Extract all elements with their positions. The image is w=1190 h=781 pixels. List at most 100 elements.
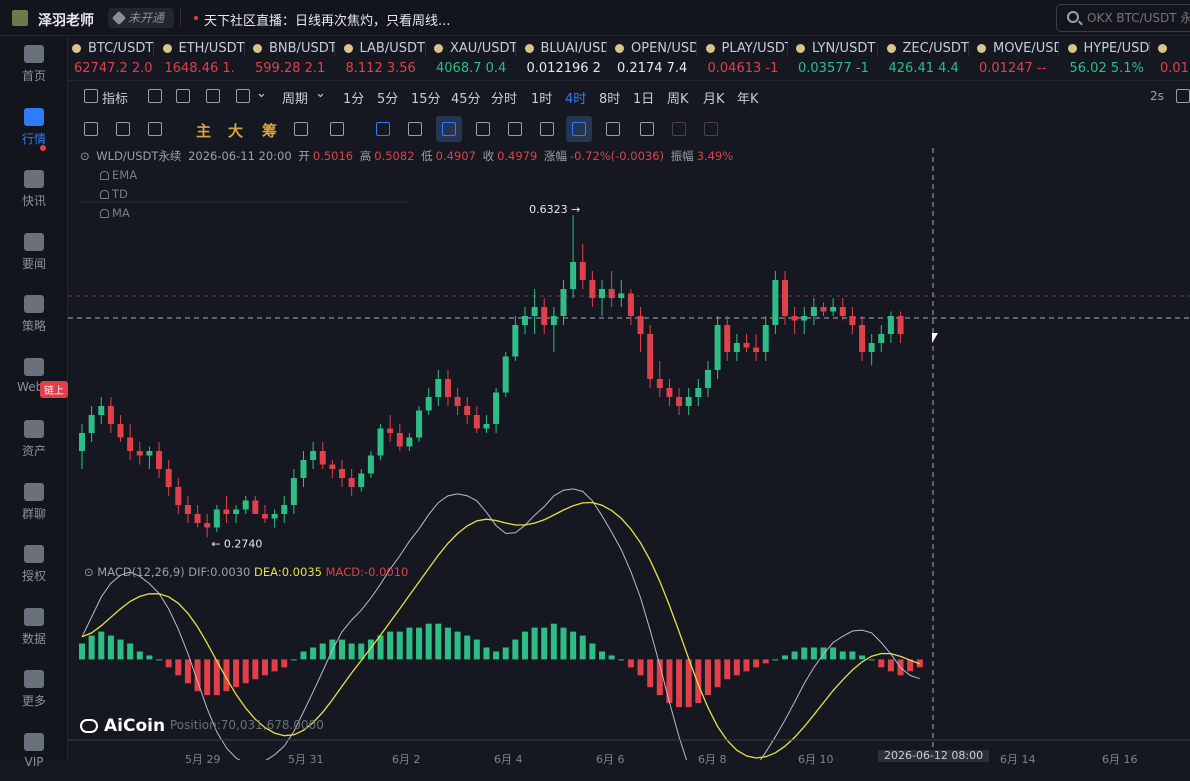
tool-undo[interactable] xyxy=(666,116,692,142)
tool-redo[interactable] xyxy=(698,116,724,142)
candle-body xyxy=(830,307,837,312)
chips-button[interactable]: 筹 xyxy=(262,120,277,141)
ticker-item[interactable]: 0.01 xyxy=(1154,37,1190,81)
ticker-item[interactable]: BNB/USDT 599.28 2.1 xyxy=(249,37,335,81)
ticker-change: 0.4 xyxy=(485,61,507,76)
expand-icon[interactable] xyxy=(1176,89,1190,103)
ticker-item[interactable]: OPEN/USDT 0.2174 7.4 xyxy=(611,37,697,81)
chevron-down-icon[interactable]: ⌄ xyxy=(315,86,326,101)
macd-histogram-bar xyxy=(165,659,172,668)
coin-icon xyxy=(1067,44,1077,53)
period-10[interactable]: 月K xyxy=(703,88,725,107)
search-box[interactable] xyxy=(1056,4,1190,32)
sidebar-item-3[interactable]: 要闻 xyxy=(0,225,68,281)
sidebar-item-0[interactable]: 首页 xyxy=(0,37,68,93)
sidebar-item-10[interactable]: 更多 xyxy=(0,662,68,718)
tool-draw[interactable] xyxy=(324,116,350,142)
status-badge[interactable]: 未开通 xyxy=(108,8,175,28)
price-chart[interactable]: 0.6323 → ← 0.2740 xyxy=(68,140,1190,760)
period-6[interactable]: 4时 xyxy=(565,88,586,107)
tool-bookmark[interactable] xyxy=(370,116,396,142)
macd-histogram-bar xyxy=(300,651,307,660)
ticker-item[interactable]: PLAY/USDT 0.04613 -1 xyxy=(702,37,788,81)
tool-trend[interactable] xyxy=(110,116,136,142)
refresh-interval[interactable]: 2s xyxy=(1150,89,1164,103)
indicator-td[interactable]: TD xyxy=(100,187,128,201)
period-button[interactable]: 周期 xyxy=(282,88,308,107)
sidebar-item-7[interactable]: 群聊 xyxy=(0,475,68,531)
indicator-button[interactable]: 指标 xyxy=(102,88,128,107)
sidebar-item-8[interactable]: 授权 xyxy=(0,537,68,593)
sidebar-item-label: 行情 xyxy=(21,131,46,146)
collapse-icon[interactable]: ⊙ xyxy=(84,565,94,579)
ticker-item[interactable]: LYN/USDT 0.03577 -1 xyxy=(792,37,878,81)
candle-type-icon[interactable] xyxy=(236,89,250,103)
calendar-icon[interactable] xyxy=(148,89,162,103)
ticker-item[interactable]: HYPE/USDT 56.02 5.1% xyxy=(1064,37,1150,81)
ticker-item[interactable]: ZEC/USDT 426.41 4.4 xyxy=(883,37,969,81)
layout-icon[interactable] xyxy=(176,89,190,103)
sidebar-item-9[interactable]: 数据 xyxy=(0,600,68,656)
tool-lock[interactable] xyxy=(502,116,528,142)
period-9[interactable]: 周K xyxy=(667,88,689,107)
low-label: 低 xyxy=(421,149,433,163)
ticker-item[interactable]: MOVE/USDT 0.01247 -- xyxy=(973,37,1059,81)
chevron-down-icon[interactable]: ⌄ xyxy=(256,86,267,101)
sidebar-item-6[interactable]: 资产 xyxy=(0,412,68,468)
macd-label[interactable]: MACD(12,26,9) xyxy=(97,565,184,579)
ticker-item[interactable]: BTC/USDT 62747.2 2.0 xyxy=(68,37,154,81)
tool-measure[interactable] xyxy=(402,116,428,142)
tool-filter[interactable] xyxy=(600,116,626,142)
period-11[interactable]: 年K xyxy=(737,88,759,107)
tool-delete[interactable] xyxy=(634,116,660,142)
x-axis-label: 6月 16 xyxy=(1102,753,1138,766)
candle-body xyxy=(271,514,278,519)
ticker-item[interactable]: XAU/USDT 4068.7 0.4 xyxy=(430,37,516,81)
tool-note[interactable] xyxy=(534,116,560,142)
period-3[interactable]: 45分 xyxy=(451,88,481,107)
news-headline[interactable]: 天下社区直播：日线再次焦灼，只看周线... xyxy=(204,10,450,29)
period-8[interactable]: 1日 xyxy=(633,88,654,107)
ticker-price: 4068.7 0.4 xyxy=(436,61,506,76)
ticker-strip: BTC/USDT 62747.2 2.0 ETH/USDT 1648.46 1. BNB… xyxy=(68,37,1190,81)
collapse-icon[interactable]: ⊙ xyxy=(80,149,90,163)
ticker-item[interactable]: ETH/USDT 1648.46 1. xyxy=(159,37,245,81)
mouse-cursor-icon xyxy=(932,333,938,343)
ticker-name: ETH/USDT xyxy=(178,41,245,56)
period-5[interactable]: 1时 xyxy=(531,88,552,107)
macd-histogram-bar xyxy=(242,659,249,684)
sidebar-item-11[interactable]: VIP xyxy=(0,725,68,781)
main-chart-button[interactable]: 主 xyxy=(196,120,211,141)
indicator-icon[interactable] xyxy=(84,89,98,103)
avatar[interactable] xyxy=(12,10,28,26)
macd-histogram-bar xyxy=(493,651,500,660)
search-input[interactable] xyxy=(1087,9,1190,27)
coin-icon xyxy=(524,44,534,53)
tool-edit[interactable] xyxy=(288,116,314,142)
period-1[interactable]: 5分 xyxy=(377,88,398,107)
period-7[interactable]: 8时 xyxy=(599,88,620,107)
rewind-icon[interactable] xyxy=(206,89,220,103)
indicator-ema[interactable]: EMA xyxy=(100,168,137,182)
indicator-ma[interactable]: MA xyxy=(100,206,130,220)
tool-more[interactable] xyxy=(142,116,168,142)
macd-histogram-bar xyxy=(570,631,577,660)
period-2[interactable]: 15分 xyxy=(411,88,441,107)
sidebar-item-label: 要闻 xyxy=(21,256,46,271)
period-0[interactable]: 1分 xyxy=(343,88,364,107)
sidebar-item-1[interactable]: 行情 xyxy=(0,100,68,156)
sidebar-item-4[interactable]: 策略 xyxy=(0,287,68,343)
macd-histogram-bar xyxy=(473,639,480,660)
ticker-item[interactable]: LAB/USDT 8.112 3.56 xyxy=(340,37,426,81)
tool-bars[interactable] xyxy=(470,116,496,142)
sidebar-item-2[interactable]: 快讯 xyxy=(0,162,68,218)
tool-magnet[interactable] xyxy=(436,116,462,142)
tool-link[interactable] xyxy=(566,116,592,142)
ticker-item[interactable]: BLUAI/USDT 0.012196 2 xyxy=(521,37,607,81)
macd-histogram-bar xyxy=(79,643,85,660)
user-name[interactable]: 泽羽老师 xyxy=(38,10,94,30)
period-4[interactable]: 分时 xyxy=(491,88,517,107)
big-order-button[interactable]: 大 xyxy=(228,120,243,141)
tool-ruler[interactable] xyxy=(78,116,104,142)
ticker-price: 0.2174 7.4 xyxy=(617,61,687,76)
